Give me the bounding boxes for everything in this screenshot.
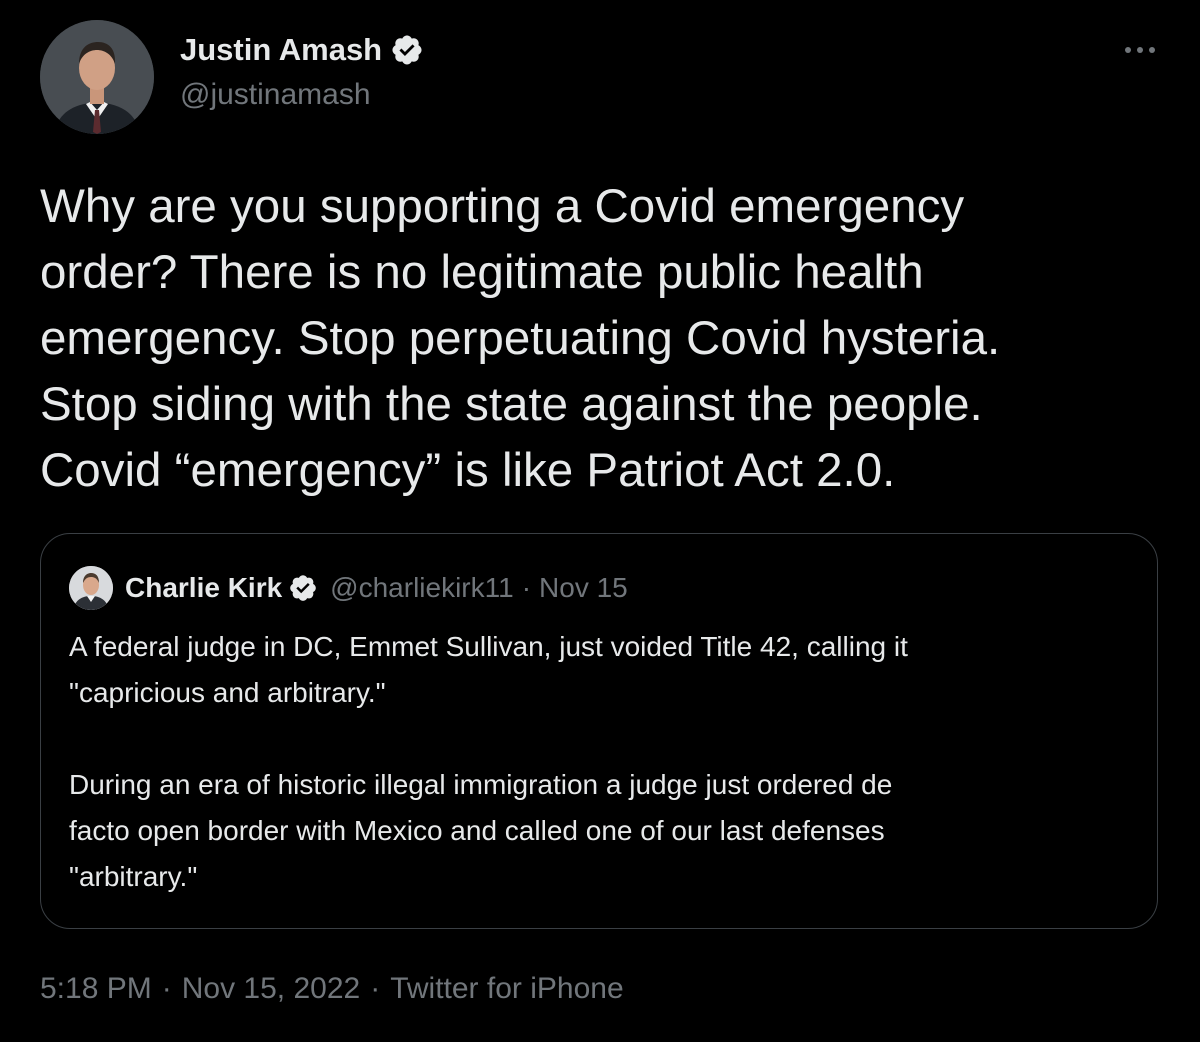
quoted-author-display-name[interactable]: Charlie Kirk xyxy=(125,572,282,604)
quoted-tweet-card[interactable]: Charlie Kirk @charliekirk11 · Nov 15 A f… xyxy=(40,533,1158,929)
quoted-tweet-text: A federal judge in DC, Emmet Sullivan, j… xyxy=(69,624,1139,900)
more-dot xyxy=(1149,47,1155,53)
quoted-text-line: "arbitrary." xyxy=(69,861,198,892)
tweet: Justin Amash @justinamash Why are you su… xyxy=(0,0,1200,1042)
more-dot xyxy=(1137,47,1143,53)
quoted-author-avatar-image xyxy=(69,566,113,610)
quoted-tweet-header: Charlie Kirk @charliekirk11 · Nov 15 xyxy=(69,564,628,612)
verified-badge-icon xyxy=(288,573,318,603)
tweet-text-line: Stop siding with the state against the p… xyxy=(40,378,983,431)
quoted-header-separator: · xyxy=(521,572,532,603)
more-horizontal-icon xyxy=(1125,47,1131,53)
author-display-name[interactable]: Justin Amash xyxy=(180,32,382,68)
quoted-text-line: A federal judge in DC, Emmet Sullivan, j… xyxy=(69,631,908,662)
author-handle[interactable]: @justinamash xyxy=(180,78,371,112)
quoted-text-line: "capricious and arbitrary." xyxy=(69,677,386,708)
quoted-text-line: facto open border with Mexico and called… xyxy=(69,815,885,846)
tweet-metadata: 5:18 PM · Nov 15, 2022 · Twitter for iPh… xyxy=(40,972,624,1006)
more-options-button[interactable] xyxy=(1118,36,1162,64)
quoted-author-handle[interactable]: @charliekirk11 xyxy=(330,572,514,604)
tweet-text: Why are you supporting a Covid emergency… xyxy=(40,174,1170,504)
tweet-text-line: emergency. Stop perpetuating Covid hyste… xyxy=(40,312,1001,365)
tweet-text-line: Covid “emergency” is like Patriot Act 2.… xyxy=(40,444,896,497)
quoted-tweet-date[interactable]: Nov 15 xyxy=(539,572,628,604)
quoted-text-paragraph-gap xyxy=(69,716,1139,762)
quoted-text-line: During an era of historic illegal immigr… xyxy=(69,769,893,800)
quoted-author-avatar[interactable] xyxy=(69,566,113,610)
tweet-source-link[interactable]: Twitter for iPhone xyxy=(390,972,623,1006)
tweet-text-line: order? There is no legitimate public hea… xyxy=(40,246,924,299)
footer-separator: · xyxy=(161,972,172,1005)
tweet-text-line: Why are you supporting a Covid emergency xyxy=(40,180,965,233)
footer-separator: · xyxy=(370,972,381,1005)
tweet-time[interactable]: 5:18 PM xyxy=(40,972,152,1006)
tweet-date[interactable]: Nov 15, 2022 xyxy=(182,972,360,1006)
verified-badge-icon xyxy=(390,33,424,67)
author-avatar[interactable] xyxy=(40,20,154,134)
author-name-row[interactable]: Justin Amash xyxy=(180,28,424,72)
author-avatar-image xyxy=(40,20,154,134)
